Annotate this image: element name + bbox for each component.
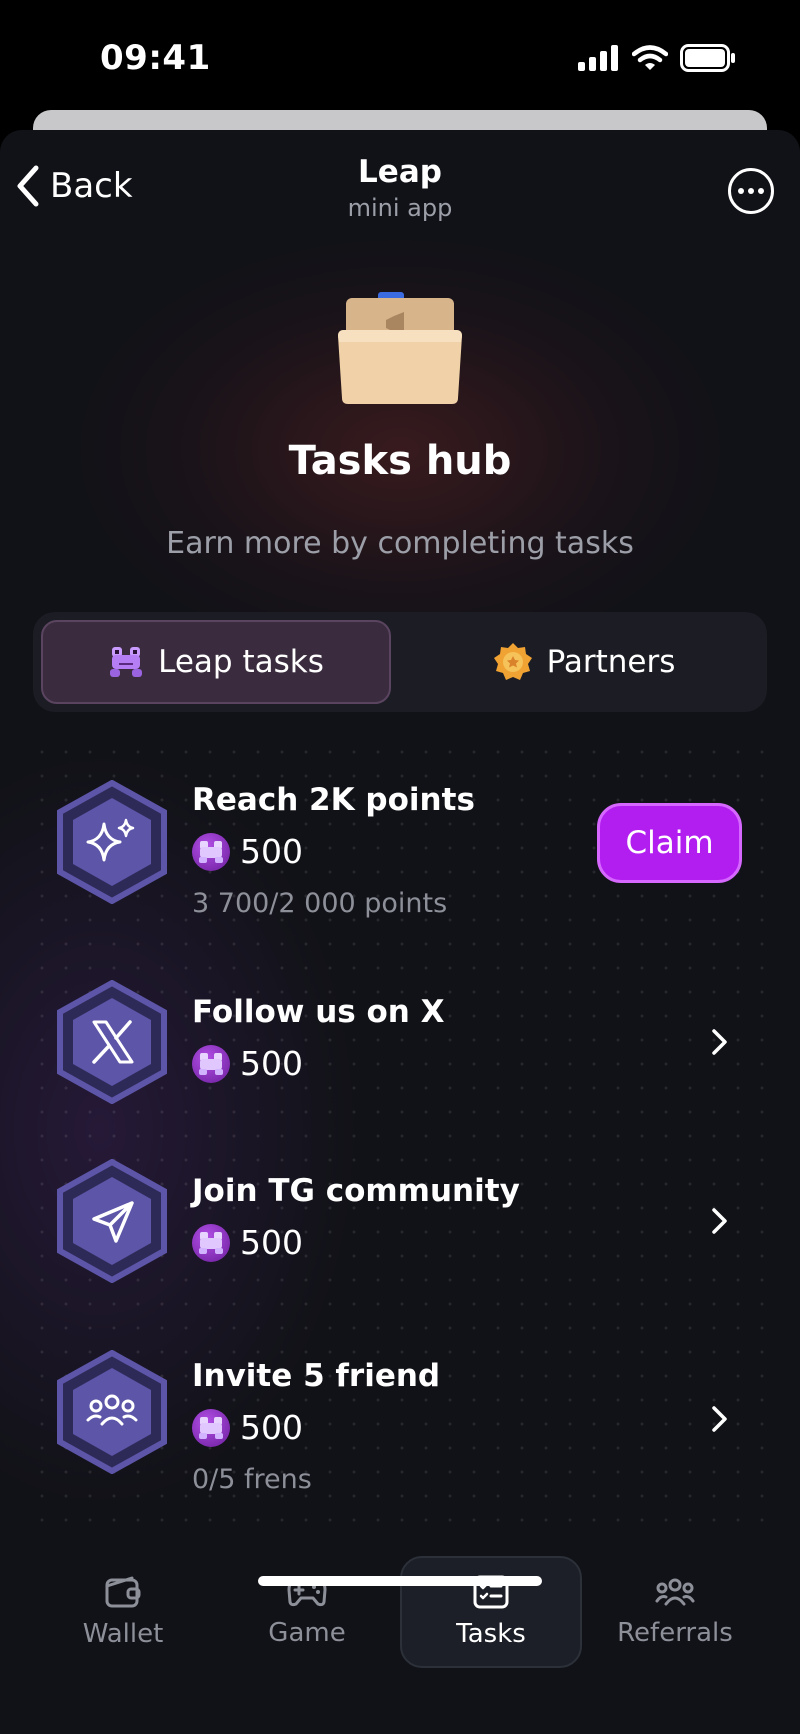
signal-icon: [578, 45, 618, 71]
task-title: Follow us on X: [192, 994, 445, 1030]
task-title: Reach 2K points: [192, 782, 475, 818]
tab-referrals[interactable]: Referrals: [584, 1556, 766, 1668]
tab-label: Leap tasks: [158, 644, 324, 680]
frog-coin-icon: [192, 1408, 230, 1447]
nav-title: Leap: [358, 154, 442, 190]
tab-label: Partners: [546, 644, 676, 680]
tab-game[interactable]: Game: [216, 1556, 398, 1668]
bottom-tab-bar: Wallet Game Tasks Referrals: [0, 1540, 800, 1734]
reward-value: 500: [240, 1223, 303, 1262]
battery-icon: [680, 44, 735, 72]
wallet-icon: [105, 1576, 141, 1608]
task-segment-control: Leap tasks Partners: [33, 612, 767, 712]
chevron-right-icon: [712, 1406, 727, 1432]
referrals-icon: [655, 1578, 695, 1606]
task-row[interactable]: Follow us on X 500: [0, 980, 800, 1104]
status-icons: [578, 44, 736, 72]
chevron-right-icon: [712, 1208, 727, 1234]
frog-coin-icon: [192, 1223, 230, 1262]
task-row[interactable]: Join TG community 500: [0, 1159, 800, 1283]
frog-coin-icon: [192, 1044, 230, 1083]
task-reward: 500: [192, 1044, 303, 1083]
more-dot: [758, 188, 764, 194]
page-subtitle: Earn more by completing tasks: [166, 526, 634, 561]
task-row[interactable]: Invite 5 friend 500 0/5 frens: [0, 1350, 800, 1520]
tab-wallet[interactable]: Wallet: [32, 1556, 214, 1668]
task-reward: 500: [192, 1408, 303, 1447]
more-options-button[interactable]: [728, 168, 774, 214]
task-title: Join TG community: [192, 1173, 520, 1209]
more-dot: [748, 188, 754, 194]
reward-value: 500: [240, 832, 303, 871]
nav-subtitle: mini app: [347, 194, 453, 222]
tab-leap-tasks[interactable]: Leap tasks: [41, 620, 391, 704]
friends-icon: [57, 1350, 167, 1474]
tab-tasks[interactable]: Tasks: [400, 1556, 582, 1668]
home-indicator: [258, 1576, 542, 1586]
folder-icon: [338, 292, 462, 404]
reward-value: 500: [240, 1044, 303, 1083]
page-title: Tasks hub: [288, 438, 512, 484]
task-progress: 3 700/2 000 points: [192, 888, 448, 919]
status-time: 09:41: [100, 38, 211, 78]
chevron-right-icon: [712, 1029, 727, 1055]
task-reward: 500: [192, 832, 303, 871]
tab-label: Referrals: [617, 1618, 733, 1648]
frog-coin-icon: [192, 832, 230, 871]
task-row[interactable]: Reach 2K points 500 3 700/2 000 points C…: [0, 780, 800, 960]
tab-label: Game: [268, 1618, 346, 1648]
sparkles-icon: [57, 780, 167, 904]
task-title: Invite 5 friend: [192, 1358, 441, 1394]
tab-label: Wallet: [82, 1619, 164, 1649]
task-progress: 0/5 frens: [192, 1464, 312, 1495]
paper-plane-icon: [57, 1159, 167, 1283]
tab-partners[interactable]: Partners: [409, 620, 759, 704]
reward-value: 500: [240, 1408, 303, 1447]
medal-icon: [493, 643, 532, 680]
mini-app-sheet: Back Leap mini app Tasks hub Earn more b…: [0, 130, 800, 1734]
nav-header: Back Leap mini app: [0, 130, 800, 250]
wifi-icon: [632, 45, 668, 70]
more-dot: [738, 188, 744, 194]
frog-icon: [110, 647, 143, 677]
claim-button[interactable]: Claim: [597, 803, 742, 883]
x-logo-icon: [57, 980, 167, 1104]
status-bar: 09:41: [0, 0, 800, 110]
task-reward: 500: [192, 1223, 303, 1262]
tab-label: Tasks: [456, 1619, 526, 1649]
